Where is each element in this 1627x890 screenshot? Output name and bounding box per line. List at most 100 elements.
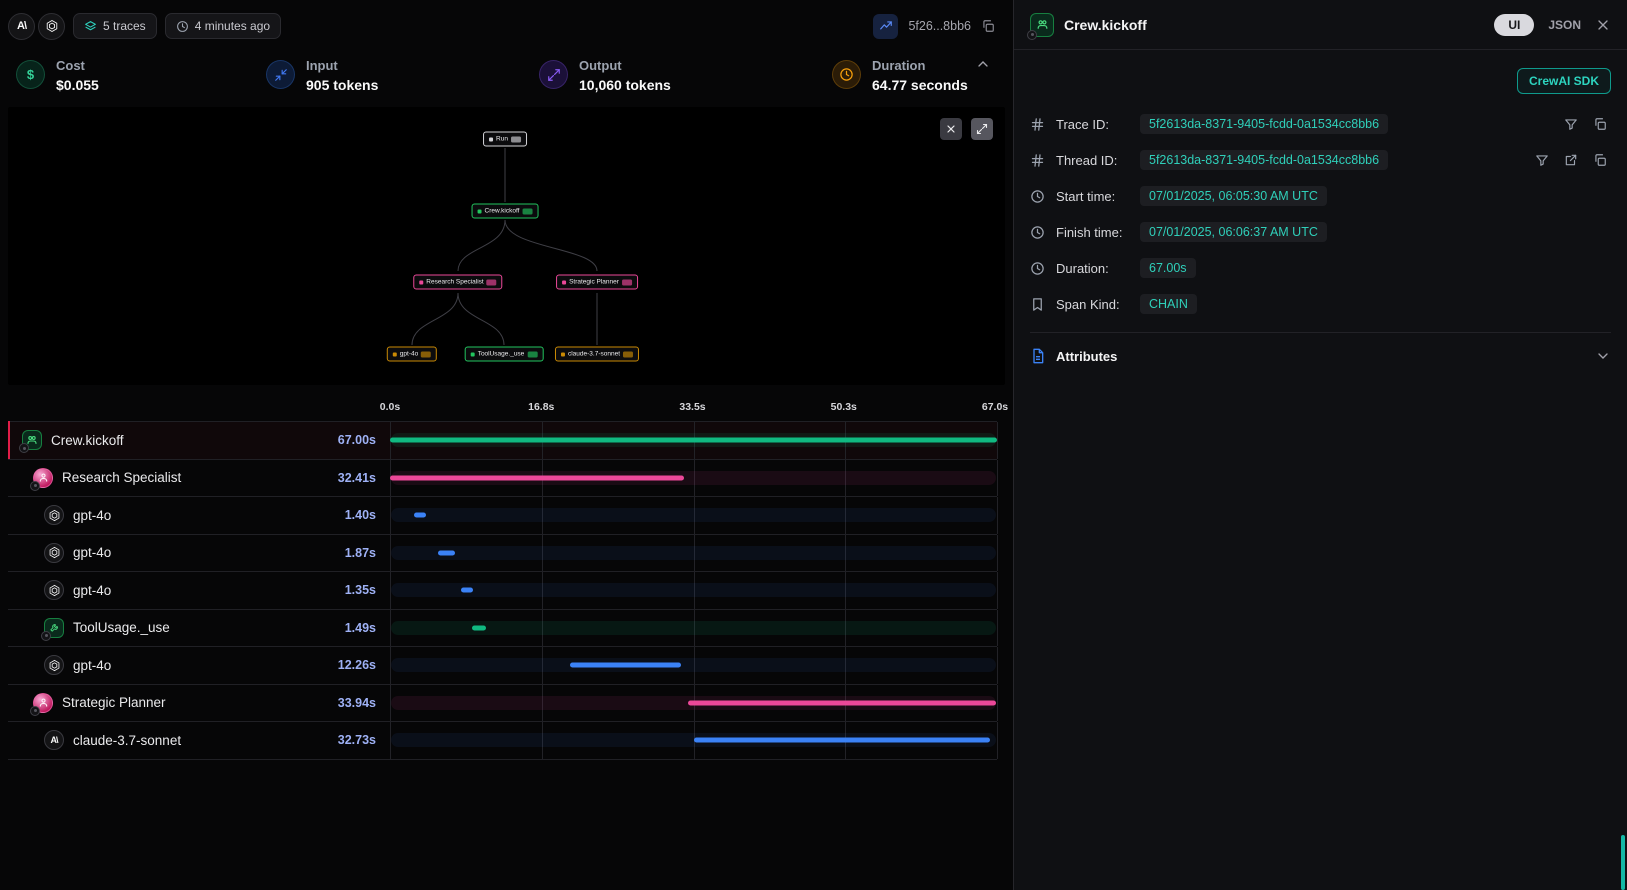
filter-icon[interactable] (1535, 153, 1549, 167)
crew-icon (1030, 13, 1054, 37)
span-name: ToolUsage._use (73, 620, 170, 635)
node-type-icon (489, 137, 493, 141)
openai-logo-icon (38, 13, 65, 40)
span-name: Crew.kickoff (51, 433, 124, 448)
graph-node[interactable]: ToolUsage._use (465, 347, 544, 362)
timeline-bar (438, 550, 455, 555)
clock-icon (1030, 189, 1046, 204)
attributes-section[interactable]: Attributes (1030, 332, 1611, 364)
sdk-badge: CrewAI SDK (1517, 68, 1611, 94)
span-duration: 12.26s (338, 658, 390, 672)
gridline (997, 460, 998, 497)
time-tick: 33.5s (679, 401, 705, 413)
graph-node[interactable]: claude-3.7-sonnet (555, 347, 639, 362)
trace-row[interactable]: gpt-4o12.26s (8, 647, 997, 685)
field-label: Span Kind: (1056, 297, 1130, 312)
filter-icon[interactable] (1564, 117, 1578, 131)
trace-row[interactable]: gpt-4o1.87s (8, 535, 997, 573)
provider-badge-icon (1027, 30, 1037, 40)
external-link-icon[interactable] (1564, 153, 1578, 167)
chevron-down-icon[interactable] (1595, 348, 1611, 364)
node-label: Crew.kickoff (485, 208, 520, 215)
span-duration: 32.73s (338, 733, 390, 747)
node-tag (511, 136, 521, 142)
activity-button[interactable] (873, 14, 898, 39)
tab-ui[interactable]: UI (1494, 14, 1534, 36)
trace-row-label: gpt-4o1.35s (8, 572, 390, 609)
chevron-up-icon[interactable] (975, 56, 991, 72)
traces-count-badge[interactable]: 5 traces (73, 13, 157, 39)
agent-icon (33, 693, 53, 713)
hash-icon (1030, 153, 1046, 168)
trace-row[interactable]: gpt-4o1.35s (8, 572, 997, 610)
stat-output: Output 10,060 tokens (539, 58, 832, 93)
time-tick: 50.3s (831, 401, 857, 413)
stat-label: Cost (56, 58, 99, 73)
timeline-bar (414, 513, 427, 518)
provider-badge-icon (41, 631, 51, 641)
span-name: claude-3.7-sonnet (73, 733, 181, 748)
trace-id-value[interactable]: 5f2613da-8371-9405-fcdd-0a1534cc8bb6 (1140, 114, 1388, 134)
start-time-value: 07/01/2025, 06:05:30 AM UTC (1140, 186, 1327, 206)
gridline (997, 722, 998, 759)
span-detail-sidebar: Crew.kickoff UI JSON CrewAI SDK Trace ID… (1013, 0, 1627, 890)
trace-row[interactable]: Strategic Planner33.94s (8, 685, 997, 723)
timeline-cell (390, 497, 997, 534)
close-icon[interactable] (1595, 17, 1611, 33)
graph-expand-button[interactable] (971, 118, 993, 140)
trace-row-label: gpt-4o12.26s (8, 647, 390, 684)
graph-close-button[interactable] (940, 118, 962, 140)
gridline (997, 647, 998, 684)
copy-icon[interactable] (1593, 153, 1607, 167)
span-fields: Trace ID: 5f2613da-8371-9405-fcdd-0a1534… (1014, 102, 1627, 322)
graph-node[interactable]: Research Specialist (413, 275, 502, 290)
tab-json[interactable]: JSON (1548, 18, 1581, 32)
field-thread-id: Thread ID: 5f2613da-8371-9405-fcdd-0a153… (1030, 142, 1611, 178)
file-icon (1030, 348, 1046, 364)
span-name: gpt-4o (73, 508, 111, 523)
stats-row: $ Cost $0.055 Input 905 tokens Output 10… (8, 54, 1005, 105)
span-duration: 32.41s (338, 471, 390, 485)
graph-node[interactable]: Strategic Planner (556, 275, 638, 290)
provider-badge-icon (30, 481, 40, 491)
copy-icon[interactable] (981, 19, 995, 33)
node-label: ToolUsage._use (478, 351, 525, 358)
timeline-track (391, 583, 996, 597)
node-tag (623, 351, 633, 357)
span-duration: 33.94s (338, 696, 390, 710)
node-label: Research Specialist (426, 279, 483, 286)
span-duration: 1.35s (345, 583, 390, 597)
trace-row[interactable]: Crew.kickoff67.00s (8, 422, 997, 460)
graph-node[interactable]: Run (483, 132, 527, 147)
field-start-time: Start time: 07/01/2025, 06:05:30 AM UTC (1030, 178, 1611, 214)
timeline-cell (390, 647, 997, 684)
gridline (997, 610, 998, 647)
sidebar-header: Crew.kickoff UI JSON (1014, 0, 1627, 50)
provider-badge-icon (19, 443, 29, 453)
timeline-bar (390, 475, 684, 480)
node-tag (622, 279, 632, 285)
graph-node[interactable]: Crew.kickoff (472, 204, 539, 219)
stat-duration: Duration 64.77 seconds (832, 58, 997, 93)
scrollbar-thumb[interactable] (1621, 835, 1625, 890)
field-label: Start time: (1056, 189, 1130, 204)
bookmark-icon (1030, 297, 1046, 312)
field-label: Finish time: (1056, 225, 1130, 240)
trace-row[interactable]: ToolUsage._use1.49s (8, 610, 997, 648)
copy-icon[interactable] (1593, 117, 1607, 131)
field-duration: Duration: 67.00s (1030, 250, 1611, 286)
agent-icon (33, 468, 53, 488)
stat-value: 10,060 tokens (579, 77, 671, 93)
node-label: Run (496, 136, 508, 143)
gridline (997, 497, 998, 534)
clock-icon (1030, 261, 1046, 276)
trace-row[interactable]: A\claude-3.7-sonnet32.73s (8, 722, 997, 760)
clock-icon (832, 60, 861, 89)
trace-row[interactable]: Research Specialist32.41s (8, 460, 997, 498)
span-duration: 1.40s (345, 508, 390, 522)
trace-row[interactable]: gpt-4o 1.40s (8, 497, 997, 535)
trace-row-label: gpt-4o1.87s (8, 535, 390, 572)
main-panel: A\ 5 traces 4 minutes ago 5f26...8bb6 (0, 0, 1013, 890)
graph-node[interactable]: gpt-4o (387, 347, 437, 362)
thread-id-value[interactable]: 5f2613da-8371-9405-fcdd-0a1534cc8bb6 (1140, 150, 1388, 170)
